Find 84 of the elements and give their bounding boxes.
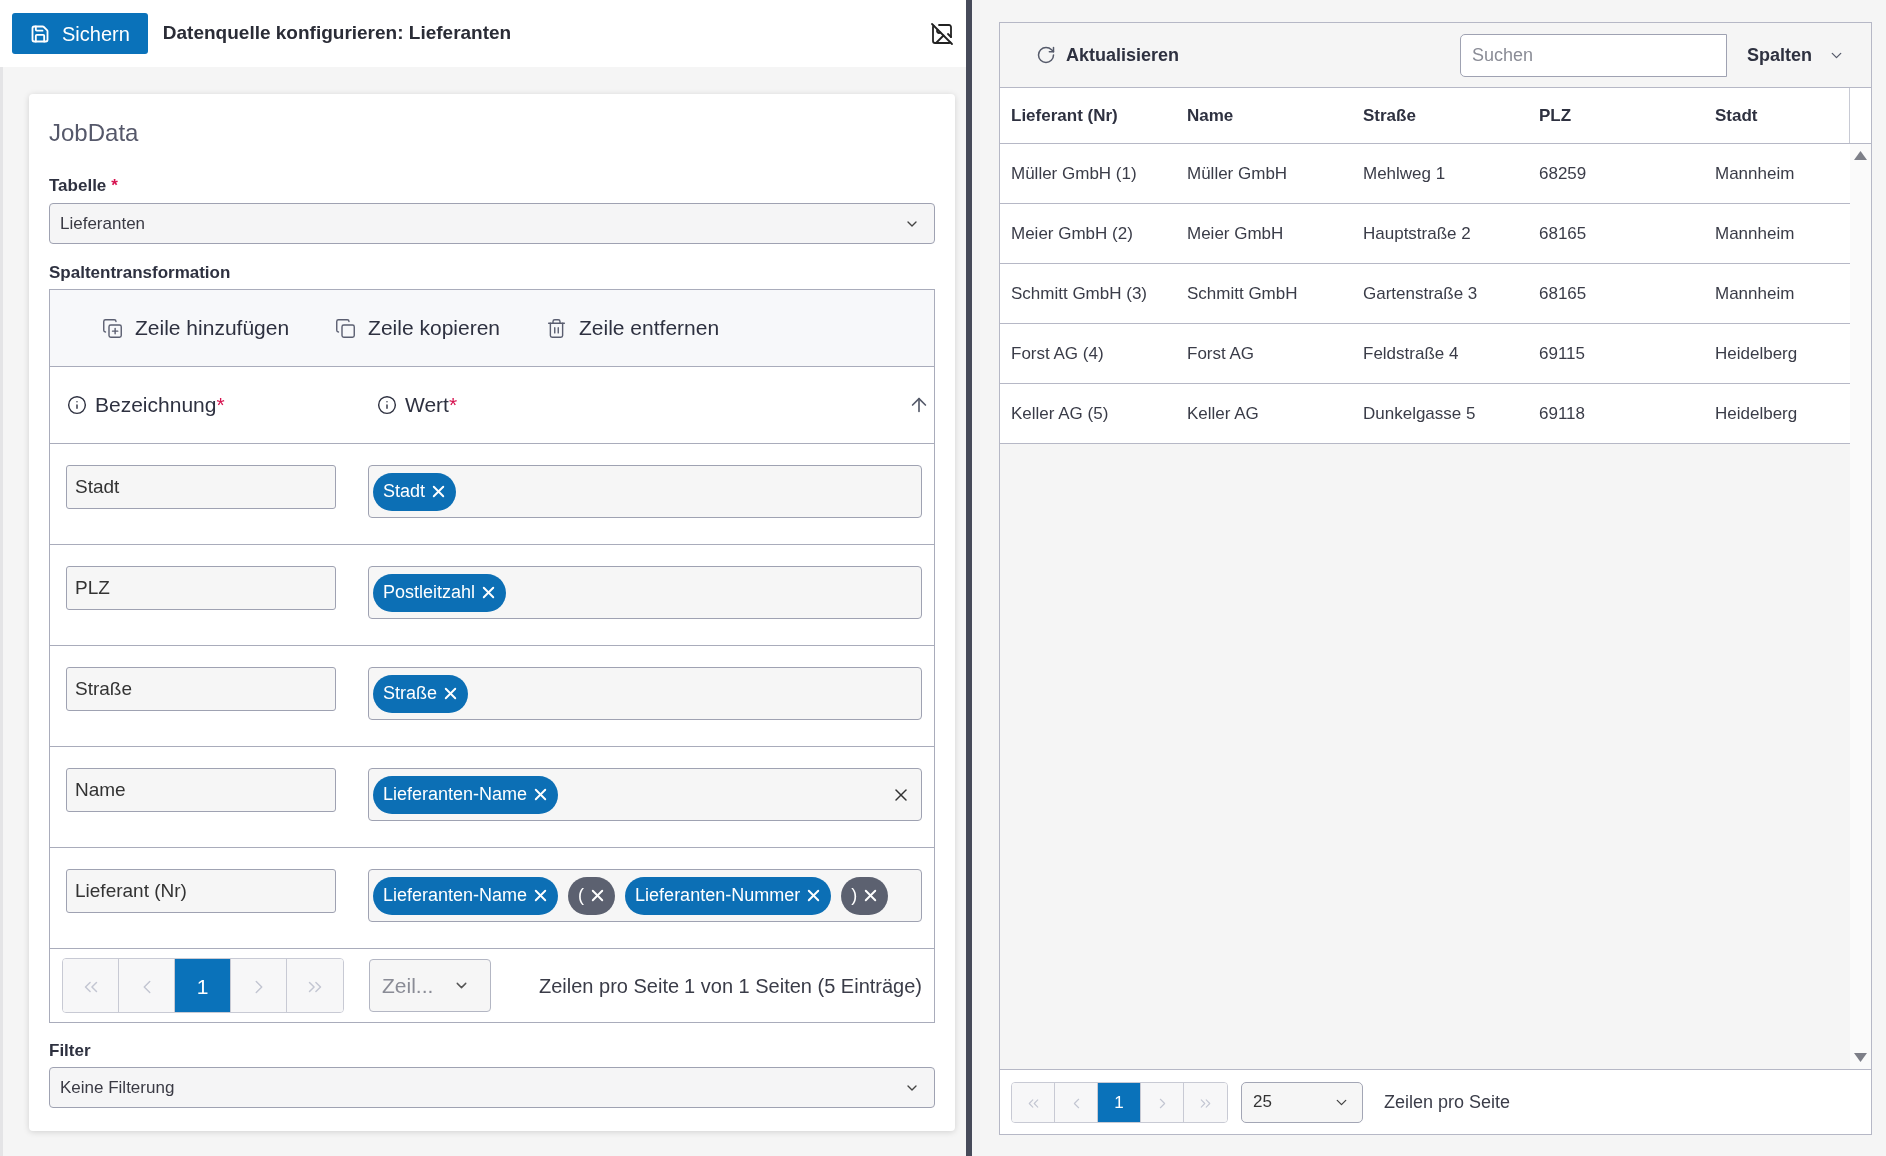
table-cell-text: 68165 xyxy=(1539,282,1587,305)
field-chip[interactable]: Lieferanten-Nummer xyxy=(625,876,832,915)
name-input[interactable]: Lieferant (Nr) xyxy=(66,869,336,913)
page-size-label: Zeilen pro Seite xyxy=(1384,1090,1511,1114)
table-cell-text: Mehlweg 1 xyxy=(1363,162,1446,185)
table-cell-text: Müller GmbH (1) xyxy=(1011,162,1137,185)
required-mark: * xyxy=(216,392,225,419)
scroll-down-icon[interactable] xyxy=(1854,1053,1867,1062)
info-icon[interactable] xyxy=(67,395,87,415)
page-size-select[interactable]: 25 xyxy=(1241,1081,1363,1123)
table-cell-text: Feldstraße 4 xyxy=(1363,342,1459,365)
page-button[interactable]: 1 xyxy=(1098,1082,1141,1122)
info-icon[interactable] xyxy=(377,395,397,415)
value-tag-field[interactable]: Straße xyxy=(368,667,922,720)
search-field[interactable]: Suchen xyxy=(1460,33,1727,77)
page-info: 1 von 1 Seiten (5 Einträge) xyxy=(684,973,922,999)
column-header[interactable]: Straße xyxy=(1363,102,1416,129)
save-button[interactable]: Sichern xyxy=(12,13,148,54)
value-tag-field[interactable]: Postleitzahl xyxy=(368,566,922,619)
table-cell-text: Heidelberg xyxy=(1715,342,1798,365)
copy-plus-icon xyxy=(102,317,123,339)
page-button[interactable]: 1 xyxy=(175,959,231,1012)
column-header: Wert xyxy=(405,392,449,419)
section-title: JobData xyxy=(49,118,139,148)
column-header[interactable]: Stadt xyxy=(1715,102,1758,129)
table-cell-text: Mannheim xyxy=(1715,282,1795,305)
image-off-icon[interactable] xyxy=(930,21,954,46)
value-tag-field[interactable]: Stadt xyxy=(368,465,922,518)
table-cell-text: 69115 xyxy=(1539,342,1585,365)
name-input[interactable]: PLZ xyxy=(66,566,336,610)
scrollbar[interactable] xyxy=(1850,144,1871,1069)
column-header[interactable]: PLZ xyxy=(1539,102,1572,129)
table-cell-text: Keller AG (5) xyxy=(1011,402,1109,425)
field-chip[interactable]: Stadt xyxy=(373,472,457,511)
copy-icon xyxy=(335,317,357,339)
table-cell-text: Gartenstraße 3 xyxy=(1363,282,1478,305)
toolbar-button[interactable]: Zeile hinzufügen xyxy=(90,305,302,351)
table-cell-text: Meier GmbH xyxy=(1187,222,1284,245)
table-cell-text: Meier GmbH (2) xyxy=(1011,222,1133,245)
required-mark: * xyxy=(111,175,118,198)
trash-icon xyxy=(546,317,567,339)
field-chip[interactable]: Straße xyxy=(373,674,469,713)
value-tag-field[interactable]: Lieferanten-Name xyxy=(368,768,922,821)
field-label: Filter xyxy=(49,1040,91,1063)
text-chip[interactable]: ) xyxy=(841,876,889,915)
table-cell-text: Forst AG xyxy=(1187,342,1255,365)
column-header[interactable]: Name xyxy=(1187,102,1234,129)
field-chip[interactable]: Lieferanten-Name xyxy=(373,876,559,915)
table-cell-text: 68165 xyxy=(1539,222,1587,245)
filter-select[interactable]: Keine Filterung xyxy=(49,1067,935,1108)
scroll-up-icon[interactable] xyxy=(1854,151,1867,160)
refresh-icon xyxy=(1036,45,1056,65)
table-cell-text: Heidelberg xyxy=(1715,402,1798,425)
field-label: Spaltentransformation xyxy=(49,262,231,285)
toolbar-button[interactable]: Zeile entfernen xyxy=(534,305,732,351)
page-size-select[interactable]: Zeil... xyxy=(369,959,491,1012)
table-cell-text: 68259 xyxy=(1539,162,1587,185)
table-select[interactable]: Lieferanten xyxy=(49,203,935,244)
columns-button[interactable]: Spalten xyxy=(1727,33,1845,77)
table-cell-text: Schmitt GmbH xyxy=(1187,282,1298,305)
name-input[interactable]: Name xyxy=(66,768,336,812)
required-mark: * xyxy=(448,392,458,419)
column-header[interactable]: Lieferant (Nr) xyxy=(1011,102,1118,129)
table-cell-text: Forst AG (4) xyxy=(1011,342,1104,365)
page-size-label: Zeilen pro Seite xyxy=(539,973,680,999)
toolbar-button[interactable]: Zeile kopieren xyxy=(323,305,512,351)
table-cell-text: 69118 xyxy=(1539,402,1585,425)
table-cell-text: Müller GmbH xyxy=(1187,162,1288,185)
column-header: Bezeichnung xyxy=(95,392,217,419)
field-chip[interactable]: Postleitzahl xyxy=(373,573,507,612)
name-input[interactable]: Stadt xyxy=(66,465,336,509)
page-title: Datenquelle konfigurieren: Lieferanten xyxy=(162,21,512,46)
table-cell-text: Hauptstraße 2 xyxy=(1363,222,1471,245)
table-cell-text: Schmitt GmbH (3) xyxy=(1011,282,1148,305)
field-chip[interactable]: Lieferanten-Name xyxy=(373,775,559,814)
value-tag-field[interactable]: Lieferanten-Name ( Lieferanten-Nummer ) xyxy=(368,869,922,922)
table-cell-text: Mannheim xyxy=(1715,162,1795,185)
name-input[interactable]: Straße xyxy=(66,667,336,711)
table-cell-text: Keller AG xyxy=(1187,402,1259,425)
table-cell-text: Dunkelgasse 5 xyxy=(1363,402,1476,425)
table-cell-text: Mannheim xyxy=(1715,222,1795,245)
field-label: Tabelle xyxy=(49,175,107,198)
refresh-button[interactable]: Aktualisieren xyxy=(1026,34,1190,76)
text-chip[interactable]: ( xyxy=(568,876,616,915)
